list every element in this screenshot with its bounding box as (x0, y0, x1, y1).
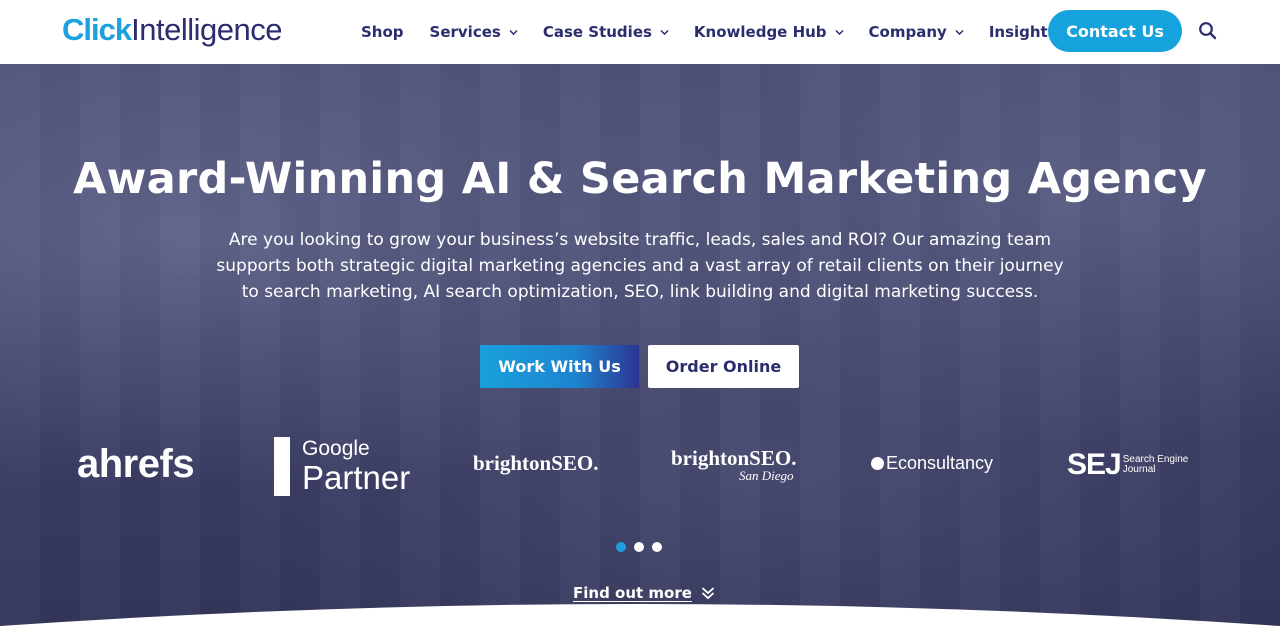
contact-us-button[interactable]: Contact Us (1048, 10, 1182, 52)
carousel-dots (616, 542, 670, 552)
nav-shop[interactable]: Shop (361, 23, 404, 41)
nav-knowledge-hub[interactable]: Knowledge Hub (694, 23, 843, 41)
nav-insights-label: Insights (988, 23, 1057, 41)
carousel-dot-2[interactable] (634, 542, 644, 552)
nav-services[interactable]: Services (429, 23, 518, 41)
hero-bottom-curve (0, 604, 1280, 634)
google-partner-bottom-text: Partner (302, 459, 411, 496)
google-partner-top-text: Google (302, 437, 370, 460)
nav-services-label: Services (429, 23, 501, 41)
econsultancy-dot-icon (871, 457, 884, 470)
nav-company-label: Company (868, 23, 947, 41)
logo-intelligence-text: Intelligence (131, 12, 282, 47)
chevron-down-icon (955, 28, 964, 36)
partner-logo-brightonseo-san-diego: brightonSEO. San Diego (671, 446, 811, 486)
search-icon[interactable] (1198, 21, 1218, 41)
chevron-down-icon (660, 28, 669, 36)
hero-title: Award-Winning AI & Search Marketing Agen… (73, 154, 1207, 204)
nav-case-studies-label: Case Studies (542, 23, 652, 41)
site-header: Click Intelligence Shop Services Case Stu… (0, 0, 1280, 64)
partner-logo-google-partner: Google Partner (274, 436, 410, 496)
partner-logo-brightonseo: brightonSEO. (473, 451, 599, 475)
brightonseo-sd-main-text: brightonSEO. (671, 446, 797, 470)
work-with-us-button[interactable]: Work With Us (480, 345, 639, 388)
econsultancy-text: Econsultancy (886, 453, 994, 473)
nav-knowledge-hub-label: Knowledge Hub (693, 23, 827, 41)
sej-small-text: Search Engine Journal (1123, 455, 1189, 475)
main-nav: Shop Services Case Studies Knowledge Hub… (361, 0, 1099, 64)
sej-small-line-2: Journal (1122, 464, 1156, 475)
google-partner-bar (274, 436, 290, 496)
double-chevron-down-icon (701, 586, 715, 600)
partner-logo-ahrefs: ahrefs (77, 442, 195, 486)
carousel-dot-1[interactable] (616, 542, 626, 552)
brightonseo-sd-sub-text: San Diego (739, 468, 794, 483)
partner-logo-econsultancy: Econsultancy (871, 453, 993, 474)
logo[interactable]: Click Intelligence (62, 12, 282, 48)
chevron-down-icon (835, 28, 843, 36)
hero-subtitle: Are you looking to grow your business’s … (216, 230, 1064, 302)
nav-case-studies[interactable]: Case Studies (542, 23, 669, 41)
hero-section: Award-Winning AI & Search Marketing Agen… (0, 64, 1280, 634)
nav-company[interactable]: Company (868, 23, 964, 41)
logo-click-text: Click (62, 12, 132, 47)
nav-shop-label: Shop (361, 23, 404, 41)
partner-logo-sej: SEJ Search Engine Journal (1067, 448, 1188, 482)
sej-big-text: SEJ (1067, 448, 1122, 481)
chevron-down-icon (509, 28, 518, 36)
carousel-dot-3[interactable] (652, 542, 662, 552)
order-online-button[interactable]: Order Online (648, 345, 799, 388)
